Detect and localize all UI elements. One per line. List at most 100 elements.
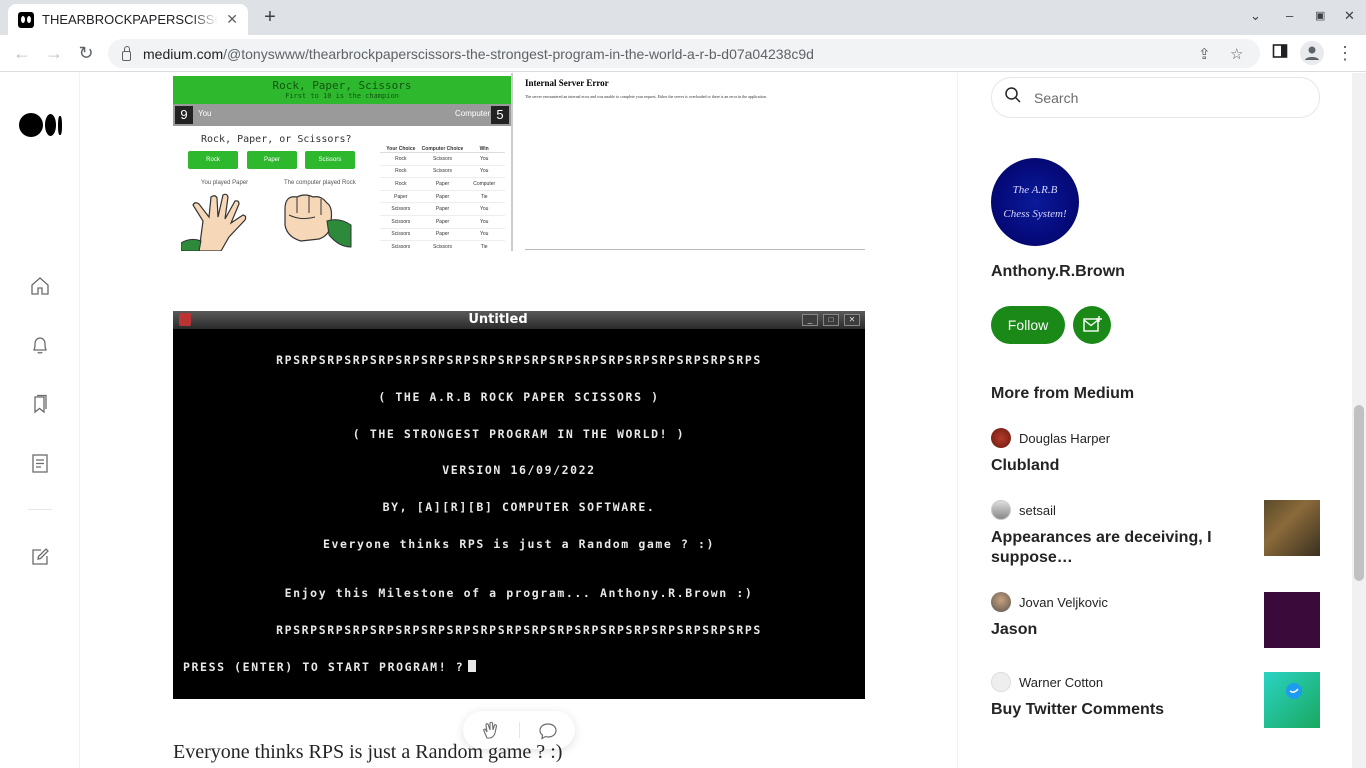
window-close-button[interactable]: ✕	[1344, 8, 1355, 24]
rec-thumbnail[interactable]	[1264, 500, 1320, 556]
maximize-button[interactable]: ▣	[1315, 9, 1325, 22]
more-from-medium-heading: More from Medium	[991, 385, 1135, 402]
rec-author-name: Douglas Harper	[1019, 430, 1111, 446]
avatar	[991, 500, 1011, 520]
console-line: Everyone thinks RPS is just a Random gam…	[322, 537, 716, 551]
console-line: VERSION 16/09/2022	[442, 463, 596, 477]
player-score: 9	[175, 106, 193, 124]
reload-icon[interactable]: ↻	[75, 43, 97, 65]
rec-title[interactable]: Clubland	[991, 456, 1231, 476]
col-win: Win	[479, 146, 489, 152]
rec-author[interactable]: Douglas Harper	[991, 428, 1110, 448]
tab-search-chevron-icon[interactable]: ⌄	[1250, 8, 1261, 24]
rock-hand-icon	[275, 191, 355, 251]
bell-icon[interactable]	[29, 334, 51, 356]
search-input[interactable]	[1034, 89, 1294, 106]
response-bubble-icon[interactable]	[538, 721, 558, 741]
table-row: Rock Scissors You	[380, 153, 505, 166]
rec-author[interactable]: Warner Cotton	[991, 672, 1103, 692]
bookmark-star-icon[interactable]: ☆	[1230, 45, 1243, 63]
console-cursor	[468, 660, 477, 672]
rec-title[interactable]: Appearances are deceiving, I suppose…	[991, 528, 1231, 568]
console-window-title: Untitled	[468, 312, 528, 327]
table-cell: Scissors	[391, 206, 411, 213]
author-avatar[interactable]: The A.R.B Chess System!	[991, 158, 1079, 246]
medium-logo-icon[interactable]	[19, 113, 62, 137]
table-cell: Scissors	[391, 231, 411, 238]
table-row: Scissors Scissors Tie	[380, 241, 505, 251]
browser-tab[interactable]: THEARBROCKPAPERSCISSORS ✕	[8, 4, 248, 35]
col-your-choice: Your Choice	[386, 146, 416, 152]
home-icon[interactable]	[29, 275, 51, 297]
console-minimize-icon: _	[802, 314, 818, 326]
rec-title[interactable]: Buy Twitter Comments	[991, 700, 1231, 720]
new-tab-button[interactable]: +	[258, 6, 282, 30]
rps-header-title: Rock, Paper, Scissors	[272, 79, 412, 92]
tab-close-icon[interactable]: ✕	[226, 11, 238, 28]
scorebar: 9 You Computer 5	[173, 104, 511, 126]
computer-label: Computer	[455, 109, 491, 118]
server-error-text: The server encountered an internal error…	[525, 94, 767, 99]
medium-favicon-icon	[18, 11, 34, 28]
address-bar[interactable]: medium.com/@tonyswww/thearbrockpaperscis…	[108, 39, 1260, 68]
url-text[interactable]: medium.com/@tonyswww/thearbrockpaperscis…	[143, 46, 814, 62]
console-maximize-icon: □	[823, 314, 839, 326]
table-cell: You	[479, 231, 489, 238]
rps-header: Rock, Paper, Scissors First to 10 is the…	[173, 76, 511, 104]
rec-thumbnail[interactable]	[1264, 592, 1320, 648]
console-titlebar: Untitled _ □ ✕	[173, 311, 865, 329]
table-cell: Rock	[395, 168, 407, 175]
table-cell: You	[479, 155, 489, 162]
clap-icon[interactable]	[481, 720, 501, 740]
table-cell: Paper	[435, 218, 450, 225]
browser-tab-strip: THEARBROCKPAPERSCISSORS ✕ + ⌄ – ▣ ✕	[0, 0, 1366, 35]
browser-toolbar: ← → ↻ medium.com/@tonyswww/thearbrockpap…	[0, 35, 1366, 72]
left-rail	[0, 73, 80, 768]
forward-arrow-icon[interactable]: →	[43, 43, 65, 65]
search-box[interactable]	[991, 77, 1320, 118]
table-cell: Paper	[435, 193, 450, 200]
you-played-text: You played Paper	[201, 180, 249, 186]
console-prompt-text: PRESS (ENTER) TO START PROGRAM! ?	[183, 660, 465, 674]
table-cell: Scissors	[433, 243, 452, 250]
rec-author[interactable]: Jovan Veljkovic	[991, 592, 1108, 612]
page-scrollbar[interactable]	[1352, 73, 1366, 768]
minimize-button[interactable]: –	[1286, 8, 1293, 23]
console-line: RPSRPSRPSRPSRPSRPSRPSRPSRPSRPSRPSRPSRPSR…	[276, 623, 762, 637]
computer-score: 5	[491, 106, 509, 124]
subscribe-email-button[interactable]	[1073, 306, 1111, 344]
author-name[interactable]: Anthony.R.Brown	[991, 263, 1125, 281]
table-cell: You	[479, 218, 489, 225]
rps-web-app: Rock, Paper, Scissors First to 10 is the…	[173, 73, 513, 251]
console-line: BY, [A][R][B] COMPUTER SOFTWARE.	[382, 500, 656, 514]
rec-title[interactable]: Jason	[991, 620, 1231, 640]
console-prompt: PRESS (ENTER) TO START PROGRAM! ?	[183, 660, 477, 674]
rps-question: Rock, Paper, or Scissors?	[201, 134, 352, 145]
table-cell: Scissors	[391, 243, 411, 250]
back-arrow-icon[interactable]: ←	[11, 43, 33, 65]
scrollbar-thumb[interactable]	[1354, 405, 1364, 581]
rec-author[interactable]: setsail	[991, 500, 1056, 520]
profile-icon[interactable]	[1300, 41, 1324, 65]
rec-thumbnail[interactable]	[1264, 672, 1320, 728]
mail-plus-icon	[1083, 316, 1102, 332]
follow-button[interactable]: Follow	[991, 306, 1065, 344]
kebab-menu-icon[interactable]: ⋮	[1334, 43, 1356, 65]
lock-icon[interactable]	[122, 45, 131, 61]
stories-icon[interactable]	[29, 452, 51, 474]
side-panel-icon[interactable]	[1269, 43, 1291, 65]
action-divider	[519, 722, 520, 738]
share-icon[interactable]: ⇪	[1198, 45, 1211, 63]
table-cell: Computer	[473, 180, 496, 187]
write-icon[interactable]	[29, 546, 51, 568]
table-cell: Scissors	[433, 168, 452, 175]
table-cell: Rock	[395, 180, 407, 187]
console-close-icon: ✕	[844, 314, 860, 326]
table-cell: Paper	[435, 231, 450, 238]
table-cell: Paper	[394, 193, 408, 200]
url-host: medium.com	[143, 45, 224, 62]
rail-divider	[28, 509, 52, 510]
url-path: /@tonyswww/thearbrockpaperscissors-the-s…	[223, 45, 814, 62]
bookmarks-icon[interactable]	[29, 393, 51, 415]
table-row: Scissors Paper You	[380, 203, 505, 216]
